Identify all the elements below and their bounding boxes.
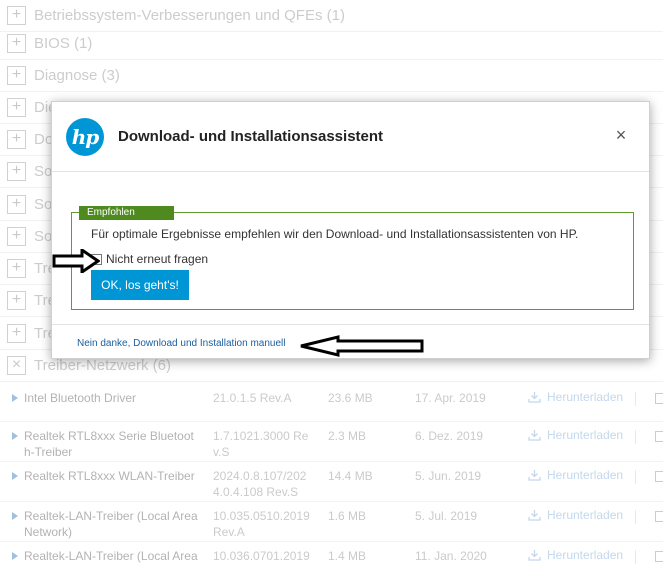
dont-ask-again-label: Nicht erneut fragen	[106, 252, 209, 266]
dialog-title: Download- und Installationsassistent	[118, 128, 384, 145]
annotation-arrow-checkbox-icon	[52, 249, 100, 273]
ok-button[interactable]: OK, los geht's!	[91, 270, 189, 300]
hp-logo: hp	[66, 118, 104, 156]
recommendation-text: Für optimale Ergebnisse empfehlen wir de…	[91, 227, 579, 241]
annotation-arrow-link-icon	[300, 335, 424, 357]
dialog-header: hp Download- und Installationsassistent …	[52, 102, 649, 172]
download-assistant-dialog: hp Download- und Installationsassistent …	[51, 101, 650, 359]
manual-download-link[interactable]: Nein danke, Download und Installation ma…	[77, 338, 285, 349]
dont-ask-again-option[interactable]: Nicht erneut fragen	[91, 252, 208, 266]
recommended-badge: Empfohlen	[79, 206, 174, 220]
close-icon[interactable]: ×	[612, 126, 630, 144]
